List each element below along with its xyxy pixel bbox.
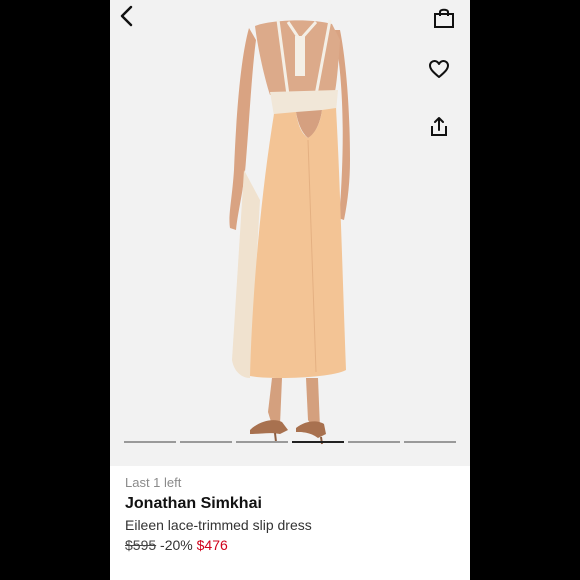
shopping-bag-icon (434, 8, 454, 28)
gallery-dot[interactable] (180, 441, 232, 443)
product-info: Last 1 left Jonathan Simkhai Eileen lace… (110, 466, 470, 580)
back-button[interactable] (116, 4, 140, 28)
product-image[interactable] (110, 0, 470, 466)
gallery-dot[interactable] (404, 441, 456, 443)
gallery-dot[interactable] (236, 441, 288, 443)
sale-price: $476 (196, 537, 228, 553)
price-row: $595 -20% $476 (125, 537, 228, 553)
share-icon (431, 117, 447, 136)
product-screen: Last 1 left Jonathan Simkhai Eileen lace… (110, 0, 470, 580)
chevron-left-icon (120, 5, 133, 27)
share-button[interactable] (427, 115, 451, 139)
wishlist-button[interactable] (427, 57, 451, 81)
product-name: Eileen lace-trimmed slip dress (125, 517, 312, 533)
stock-note: Last 1 left (125, 475, 182, 490)
brand-name[interactable]: Jonathan Simkhai (125, 495, 262, 513)
discount-badge: -20% (160, 537, 193, 553)
heart-icon (429, 60, 449, 78)
gallery-pagination (124, 441, 456, 444)
shopping-bag-button[interactable] (432, 6, 456, 30)
dress-illustration (229, 19, 350, 445)
gallery-dot[interactable] (292, 441, 344, 443)
original-price: $595 (125, 537, 157, 553)
gallery-dot[interactable] (348, 441, 400, 443)
gallery-dot[interactable] (124, 441, 176, 443)
